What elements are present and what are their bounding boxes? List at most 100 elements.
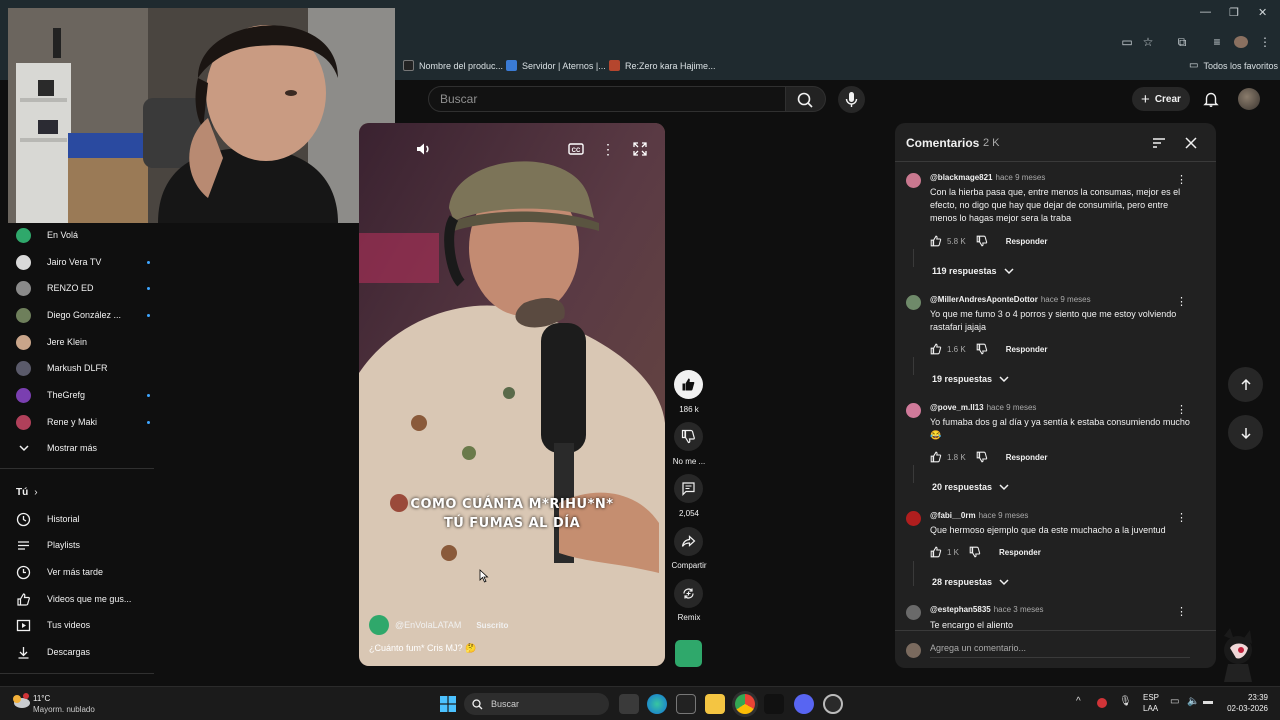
add-comment-input[interactable]: Agrega un comentario... [930,643,1190,658]
reading-list-icon[interactable]: ≡ [1210,36,1224,48]
weather-icon[interactable] [11,693,31,709]
commenter-avatar[interactable] [906,173,921,188]
search-input[interactable]: Buscar [428,86,786,112]
comment-author[interactable]: @blackmage821 [930,173,993,182]
next-short-button[interactable] [1228,415,1263,450]
sidebar-subscription[interactable]: Markush DLFR [16,358,150,378]
minimize-icon[interactable]: — [1200,6,1211,18]
sidebar-item-history[interactable]: Historial [16,509,150,529]
sidebar-subscription[interactable]: Diego González ... [16,305,150,325]
microphone-icon[interactable]: 🎙 [1119,696,1132,707]
sidebar-item-your-videos[interactable]: Tus videos [16,615,150,635]
sidebar-item-downloads[interactable]: Descargas [16,642,150,662]
volume-icon[interactable]: 🔈 [1187,696,1199,707]
comment-author[interactable]: @MillerAndresAponteDottor [930,295,1038,304]
clock-time[interactable]: 23:39 [1226,693,1268,702]
close-icon[interactable] [1184,136,1198,150]
sidebar-subscription[interactable]: Rene y Maki [16,412,150,432]
extensions-icon[interactable]: ⧉ [1175,36,1189,48]
video-title[interactable]: ¿Cuánto fum* Cris MJ? 🤔 [369,643,476,654]
comments-button[interactable] [674,474,703,503]
comment-menu-icon[interactable]: ⋮ [1176,173,1187,186]
tray-app-icon[interactable] [1097,698,1107,708]
replies-toggle[interactable]: 19 respuestas [932,373,1010,385]
sort-icon[interactable] [1152,136,1166,150]
sidebar-subscription[interactable]: Jairo Vera TV [16,252,150,272]
notifications-icon[interactable] [1202,90,1220,108]
short-video-player[interactable]: CC ⋮ COMO CUÁNTA M*RIHU*N* TÚ FUMAS AL D… [359,123,665,666]
replies-toggle[interactable]: 28 respuestas [932,576,1010,588]
maximize-icon[interactable]: ❐ [1229,6,1239,19]
taskbar-search[interactable]: Buscar [464,693,609,715]
file-explorer-icon[interactable] [705,694,725,714]
reply-button[interactable]: Responder [1006,453,1048,462]
dislike-button[interactable] [674,422,703,451]
sidebar-item-playlists[interactable]: Playlists [16,535,150,555]
share-button[interactable] [674,527,703,556]
sidebar-subscription[interactable]: En Volá [16,225,150,245]
previous-short-button[interactable] [1228,367,1263,402]
profile-avatar[interactable] [1234,36,1248,48]
like-icon[interactable] [930,546,942,558]
dislike-icon[interactable] [969,546,981,558]
sidebar-subscription[interactable]: RENZO ED [16,278,150,298]
windows-start-icon[interactable] [440,696,456,712]
subscribed-button[interactable]: Suscrito [476,621,508,630]
reply-button[interactable]: Responder [1006,345,1048,354]
comment-author[interactable]: @estephan5835 [930,605,991,614]
commenter-avatar[interactable] [906,403,921,418]
cast-icon[interactable]: ▭ [1120,36,1134,48]
account-avatar[interactable] [1238,88,1260,110]
channel-thumbnail[interactable] [675,640,702,667]
commenter-avatar[interactable] [906,605,921,620]
bookmark-star-icon[interactable]: ☆ [1141,36,1155,48]
you-section-header[interactable]: Tú › [16,482,150,502]
volume-icon[interactable] [413,139,433,159]
channel-avatar[interactable] [369,615,389,635]
captions-icon[interactable]: CC [566,139,586,159]
comment-menu-icon[interactable]: ⋮ [1176,511,1187,524]
remix-button[interactable] [674,579,703,608]
fullscreen-icon[interactable] [630,139,650,159]
close-window-icon[interactable]: ✕ [1258,6,1267,19]
comment-menu-icon[interactable]: ⋮ [1176,605,1187,618]
language-code[interactable]: ESP [1143,693,1159,702]
like-icon[interactable] [930,343,942,355]
dislike-icon[interactable] [976,235,988,247]
browser-menu-icon[interactable]: ⋮ [1258,36,1272,48]
clock-date[interactable]: 02-03-2026 [1216,704,1268,713]
all-bookmarks-button[interactable]: ▭ Todos los favoritos [1189,60,1278,71]
keyboard-layout[interactable]: LAA [1143,704,1158,713]
task-view-icon[interactable] [619,694,639,714]
bookmark-item[interactable]: Nombre del produc... [403,60,503,71]
like-icon[interactable] [930,451,942,463]
commenter-avatar[interactable] [906,511,921,526]
reply-button[interactable]: Responder [999,548,1041,557]
replies-toggle[interactable]: 20 respuestas [932,481,1010,493]
show-more-button[interactable]: Mostrar más [16,438,150,458]
more-options-icon[interactable]: ⋮ [598,139,618,159]
app-icon[interactable] [764,694,784,714]
reply-button[interactable]: Responder [1006,237,1048,246]
dislike-icon[interactable] [976,343,988,355]
comment-menu-icon[interactable]: ⋮ [1176,403,1187,416]
bookmark-item[interactable]: Servidor | Aternos |... [506,60,606,71]
chrome-icon[interactable] [735,694,755,714]
sidebar-item-watch-later[interactable]: Ver más tarde [16,562,150,582]
sidebar-subscription[interactable]: Jere Klein [16,332,150,352]
sidebar-item-liked-videos[interactable]: Videos que me gus... [16,589,150,609]
network-icon[interactable]: ▭ [1170,696,1179,707]
create-button[interactable]: + Crear [1132,87,1190,111]
edge-icon[interactable] [647,694,667,714]
commenter-avatar[interactable] [906,295,921,310]
dislike-icon[interactable] [976,451,988,463]
discord-icon[interactable] [794,694,814,714]
sidebar-subscription[interactable]: TheGrefg [16,385,150,405]
comment-author[interactable]: @pove_m.ll13 [930,403,984,412]
comment-author[interactable]: @fabi__0rm [930,511,976,520]
replies-toggle[interactable]: 119 respuestas [932,265,1015,277]
bookmark-item[interactable]: Re:Zero kara Hajime... [609,60,716,71]
battery-icon[interactable]: ▬ [1203,696,1213,707]
steam-icon[interactable] [823,694,843,714]
voice-search-button[interactable] [838,86,865,113]
